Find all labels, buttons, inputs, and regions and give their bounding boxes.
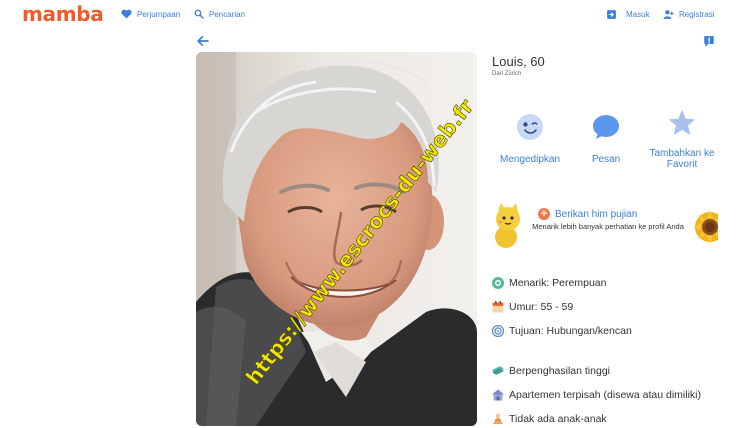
- detail-goal: Tujuan: Hubungan/kencan: [492, 325, 632, 337]
- calendar-icon: [492, 301, 504, 313]
- no-children-icon: [492, 413, 504, 425]
- heart-icon: [121, 9, 132, 19]
- target-icon: [492, 325, 504, 337]
- nav-masuk[interactable]: Masuk: [606, 9, 650, 20]
- detail-income-text: Berpenghasilan tinggi: [509, 365, 610, 377]
- user-icon: [663, 9, 674, 20]
- detail-age: Umur: 55 - 59: [492, 301, 573, 313]
- detail-income: Berpenghasilan tinggi: [492, 365, 610, 377]
- star-icon: [640, 108, 724, 146]
- house-icon: [492, 389, 504, 401]
- detail-looking-for-text: Menarik: Perempuan: [509, 277, 607, 289]
- sunflower-sticker-icon: [693, 201, 727, 258]
- profile-name: Louis, 60: [492, 54, 545, 69]
- detail-children-text: Tidak ada anak-anak: [509, 413, 607, 425]
- profile-city: Dari Zürich: [492, 71, 522, 77]
- favorite-button[interactable]: Tambahkan ke Favorit: [640, 108, 724, 170]
- detail-housing-text: Apartemen terpisah (disewa atau dimiliki…: [509, 389, 701, 401]
- nav-pencarian-label: Pencarian: [209, 9, 246, 19]
- wink-icon: [488, 108, 572, 146]
- money-icon: [492, 365, 504, 377]
- wink-button[interactable]: Mengedipkan: [488, 108, 572, 165]
- cat-sticker-icon: [492, 203, 522, 254]
- detail-goal-text: Tujuan: Hubungan/kencan: [509, 325, 632, 337]
- detail-looking-for: Menarik: Perempuan: [492, 277, 606, 289]
- message-icon: [564, 108, 648, 146]
- mamba-logo[interactable]: mamba: [22, 2, 104, 26]
- message-button[interactable]: Pesan: [564, 108, 648, 165]
- nav-pencarian[interactable]: Pencarian: [194, 9, 245, 19]
- compliment-banner[interactable]: + Berikan him pujian Menarik lebih banya…: [492, 201, 727, 254]
- nav-perjumpaan[interactable]: Perjumpaan: [121, 9, 180, 19]
- report-icon[interactable]: [703, 35, 715, 48]
- detail-housing: Apartemen terpisah (disewa atau dimiliki…: [492, 389, 701, 401]
- compliment-title-text: Berikan him pujian: [555, 208, 638, 220]
- profile-photo[interactable]: https://www.escrocs-du-web.fr: [196, 52, 477, 426]
- message-label: Pesan: [591, 154, 621, 165]
- login-icon: [606, 9, 617, 20]
- gender-icon: [492, 277, 504, 289]
- nav-perjumpaan-label: Perjumpaan: [137, 9, 181, 19]
- detail-children: Tidak ada anak-anak: [492, 413, 607, 425]
- plus-icon: +: [538, 208, 550, 220]
- nav-masuk-label: Masuk: [626, 10, 650, 19]
- compliment-subtitle: Menarik lebih banyak perhatian ke profil…: [532, 222, 684, 231]
- wink-label: Mengedipkan: [499, 154, 561, 165]
- detail-age-text: Umur: 55 - 59: [509, 301, 574, 313]
- back-arrow-icon[interactable]: [196, 34, 210, 48]
- favorite-label: Tambahkan ke Favorit: [649, 148, 715, 170]
- compliment-title[interactable]: + Berikan him pujian: [538, 208, 678, 220]
- nav-registrasi[interactable]: Registrasi: [663, 9, 715, 20]
- nav-registrasi-label: Registrasi: [679, 10, 715, 19]
- search-icon: [194, 9, 204, 19]
